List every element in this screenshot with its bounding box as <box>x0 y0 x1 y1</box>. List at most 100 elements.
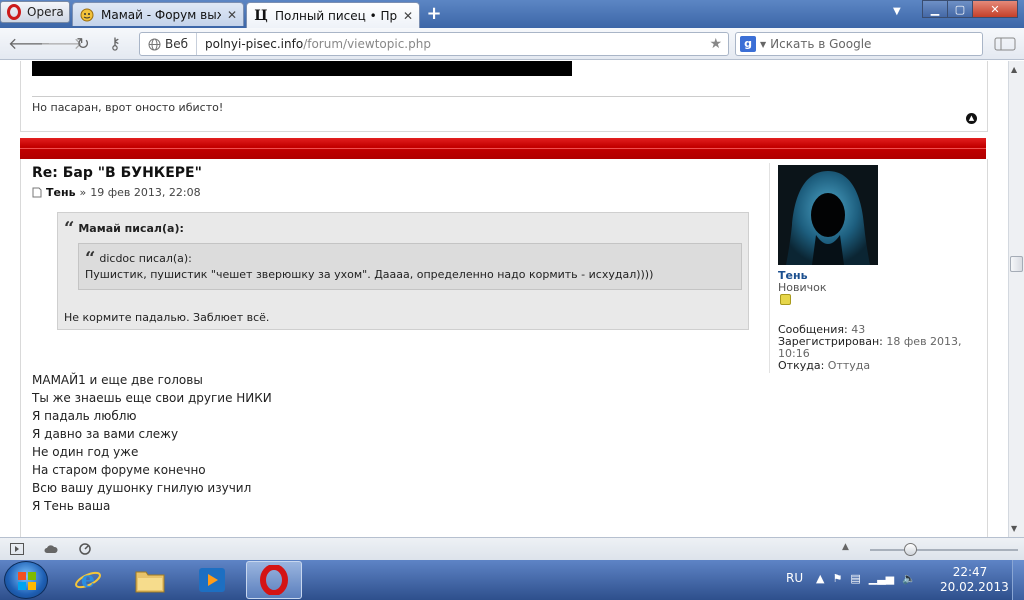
clock-date: 20.02.2013 <box>940 580 1009 594</box>
close-tab-icon[interactable]: ✕ <box>227 8 237 22</box>
post-body: МАМАЙ1 и еще две головы Ты же знаешь еще… <box>32 371 272 515</box>
page-scrollbar[interactable]: ▲ ▼ <box>1008 61 1024 537</box>
panel-menu-icon[interactable] <box>994 36 1018 52</box>
start-button[interactable] <box>4 561 48 599</box>
url-domain: polnyi-pisec.info <box>205 37 304 51</box>
post-date: 19 фев 2013, 22:08 <box>90 186 201 199</box>
device-icon[interactable]: ▤ <box>850 572 860 585</box>
zoom-arrow-icon[interactable]: ▲ <box>842 542 849 552</box>
minimize-button[interactable]: ▁ <box>922 0 948 18</box>
file-explorer-icon[interactable] <box>122 561 178 599</box>
post-line: Я давно за вами слежу <box>32 427 179 441</box>
bookmark-star-icon[interactable]: ★ <box>709 36 722 52</box>
tab-bar: Opera Мамай - Форум выжи... ✕ Ц Полный п… <box>0 0 1024 28</box>
speed-dial-icon[interactable] <box>78 543 92 555</box>
scroll-thumb[interactable] <box>1010 256 1023 272</box>
rank-badge-icon <box>780 294 791 305</box>
search-field[interactable]: g ▼ Искать в Google <box>735 32 983 56</box>
show-hidden-icons-icon[interactable]: ▲ <box>816 572 824 585</box>
google-icon: g <box>740 36 756 52</box>
address-scope[interactable]: Веб <box>140 33 198 55</box>
close-window-button[interactable]: ✕ <box>972 0 1018 18</box>
panel-toggle-icon[interactable] <box>10 543 24 555</box>
author-profile: Тень Новичок Сообщения: 43 Зарегистриров… <box>769 163 979 373</box>
opera-menu-button[interactable]: Opera <box>0 1 70 23</box>
nested-quote-author: dicdoc писал(а): <box>99 252 192 265</box>
post-separator-bar <box>20 138 986 159</box>
search-placeholder: Искать в Google <box>770 37 872 51</box>
scroll-up-icon[interactable]: ▲ <box>1011 65 1017 74</box>
quote-text: Не кормите падалью. Заблюет всё. <box>64 311 270 324</box>
status-bar: ▲ <box>0 537 1024 560</box>
nested-quote-header: “ dicdoc писал(а): <box>85 247 192 269</box>
post-line: На старом форуме конечно <box>32 463 206 477</box>
key-icon[interactable]: ⚷ <box>104 34 126 54</box>
quote-block: “ Мамай писал(а): “ dicdoc писал(а): Пуш… <box>57 212 749 330</box>
post-icon[interactable] <box>32 187 42 198</box>
clock-time: 22:47 <box>952 565 988 579</box>
tab-mamay-forum[interactable]: Мамай - Форум выжи... ✕ <box>72 2 244 26</box>
forward-arrow-icon[interactable]: 🡒 <box>40 34 83 54</box>
tab-title: Полный писец • Прос... <box>275 8 397 23</box>
post-line: МАМАЙ1 и еще две головы <box>32 373 203 387</box>
scroll-down-icon[interactable]: ▼ <box>1011 524 1017 533</box>
profile-from: Откуда: Оттуда <box>778 360 973 372</box>
clock[interactable]: 22:47 20.02.2013 <box>940 565 1009 595</box>
post-line: Не один год уже <box>32 445 139 459</box>
quote-header: “ Мамай писал(а): <box>64 217 184 239</box>
forum-post: Re: Бар "В БУНКЕРЕ" Тень » 19 фев 2013, … <box>20 159 988 537</box>
divider <box>32 96 750 97</box>
tab-polnyi-pisec[interactable]: Ц Полный писец • Прос... ✕ <box>246 2 420 28</box>
internet-explorer-icon[interactable]: e <box>60 561 116 599</box>
nested-quote-block: “ dicdoc писал(а): Пушистик, пушистик "ч… <box>78 243 742 290</box>
from-label: Откуда: <box>778 359 825 372</box>
back-to-top-icon[interactable]: ▲ <box>966 113 977 124</box>
quote-mark-icon: “ <box>64 217 75 239</box>
address-bar[interactable]: Веб polnyi-pisec.info/forum/viewtopic.ph… <box>139 32 729 56</box>
language-indicator[interactable]: RU <box>786 571 803 585</box>
zoom-slider-track[interactable] <box>870 549 1018 551</box>
show-desktop-button[interactable] <box>1012 560 1024 600</box>
media-player-icon[interactable] <box>184 561 240 599</box>
new-tab-button[interactable]: + <box>424 4 444 24</box>
post-meta: Тень » 19 фев 2013, 22:08 <box>32 186 201 199</box>
volume-icon[interactable]: 🔈 <box>902 572 916 585</box>
post-line: Я Тень ваша <box>32 499 111 513</box>
avatar[interactable] <box>778 165 878 265</box>
close-tab-icon[interactable]: ✕ <box>403 9 413 23</box>
cloud-icon[interactable] <box>44 543 58 555</box>
globe-icon <box>148 38 161 51</box>
meta-separator: » <box>79 186 87 199</box>
network-signal-icon[interactable]: ▁▃▅ <box>869 572 894 585</box>
post-line: Всю вашу душонку гнилую изучил <box>32 481 252 495</box>
svg-text:e: e <box>81 567 95 593</box>
search-engine-chevron-icon[interactable]: ▼ <box>760 40 766 49</box>
system-tray: ▲ ⚑ ▤ ▁▃▅ 🔈 <box>816 572 916 585</box>
opera-taskbar-icon[interactable] <box>246 561 302 599</box>
post-author[interactable]: Тень <box>46 186 76 199</box>
navigation-bar: 🡐 🡒 ↻ ⚷ Веб polnyi-pisec.info/forum/view… <box>0 28 1024 60</box>
page-viewport: Но пасаран, врот оносто ибисто! ▲ Re: Ба… <box>0 61 1008 537</box>
profile-registered: Зарегистрирован: 18 фев 2013, 10:16 <box>778 336 973 360</box>
site-favicon-icon: Ц <box>254 7 268 24</box>
maximize-button[interactable]: ▢ <box>947 0 973 18</box>
address-url[interactable]: polnyi-pisec.info/forum/viewtopic.php <box>197 37 431 51</box>
quote-author: Мамай писал(а): <box>78 222 184 235</box>
signature-text: Но пасаран, врот оносто ибисто! <box>32 101 224 114</box>
post-title[interactable]: Re: Бар "В БУНКЕРЕ" <box>32 165 202 181</box>
opera-logo-icon <box>7 4 21 20</box>
zoom-slider-knob[interactable] <box>904 543 917 556</box>
windows-taskbar: e RU ▲ ⚑ ▤ ▁▃▅ 🔈 22:47 20.02.2013 <box>0 560 1024 600</box>
smiley-favicon-icon <box>79 7 95 23</box>
post-line: Я падаль люблю <box>32 409 137 423</box>
opera-menu-label: Opera <box>27 5 64 19</box>
back-arrow-icon[interactable]: 🡐 <box>8 34 51 54</box>
post-line: Ты же знаешь еще свои другие НИКИ <box>32 391 272 405</box>
tabs-menu-chevron-icon[interactable]: ▼ <box>893 6 901 17</box>
reload-icon[interactable]: ↻ <box>72 34 94 54</box>
action-center-flag-icon[interactable]: ⚑ <box>832 572 842 585</box>
previous-post: Но пасаран, врот оносто ибисто! ▲ <box>20 61 988 132</box>
quote-mark-icon: “ <box>85 247 96 269</box>
tab-title: Мамай - Форум выжи... <box>101 7 221 22</box>
profile-rank: Новичок <box>778 281 827 294</box>
